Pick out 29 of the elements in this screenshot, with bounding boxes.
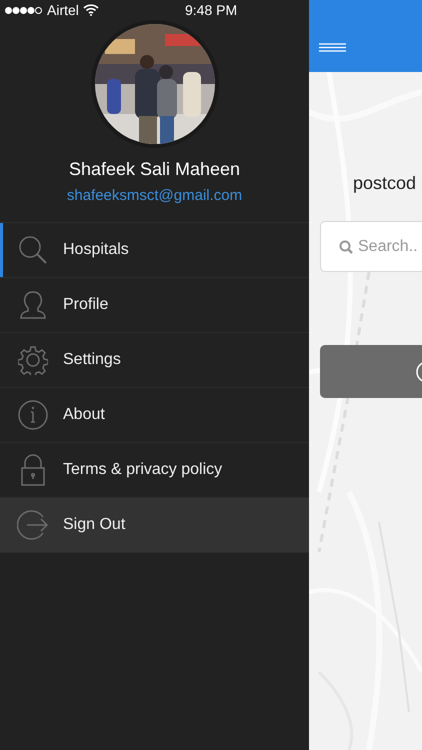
menu-label: About — [63, 404, 105, 424]
postcode-label: postcod — [353, 172, 418, 195]
menu-item[interactable]: Settings — [0, 332, 309, 388]
wifi-icon — [82, 4, 99, 16]
info-icon — [18, 400, 48, 430]
menu-label: Hospitals — [63, 240, 129, 260]
search-input[interactable]: Search.. — [358, 234, 422, 258]
menu-icon[interactable] — [319, 43, 346, 52]
menu-label: Terms & privacy policy — [63, 460, 222, 480]
carrier-name: Airtel — [47, 0, 79, 20]
gear-icon — [18, 344, 48, 374]
menu-item[interactable]: Profile — [0, 278, 309, 332]
person-icon — [20, 290, 46, 318]
signal-icon — [5, 6, 43, 14]
menu-item[interactable]: Sign Out — [0, 498, 309, 552]
user-name: Shafeek Sali Maheen — [68, 158, 240, 181]
menu-label: Profile — [63, 294, 108, 314]
search-icon — [18, 234, 48, 264]
search-icon — [339, 240, 353, 254]
sign-out-icon — [17, 508, 49, 540]
menu-item[interactable]: Terms & privacy policy — [0, 442, 309, 498]
menu-item[interactable]: About — [0, 388, 309, 442]
menu-label: Settings — [63, 350, 121, 370]
menu-label: Sign Out — [63, 514, 126, 534]
menu-item[interactable]: Hospitals — [0, 222, 309, 278]
user-email: shafeeksmsct@gmail.com — [66, 186, 242, 206]
lock-icon — [20, 454, 46, 486]
search-field[interactable]: Search.. — [320, 221, 422, 272]
status-time: 9:48 PM — [185, 0, 238, 20]
